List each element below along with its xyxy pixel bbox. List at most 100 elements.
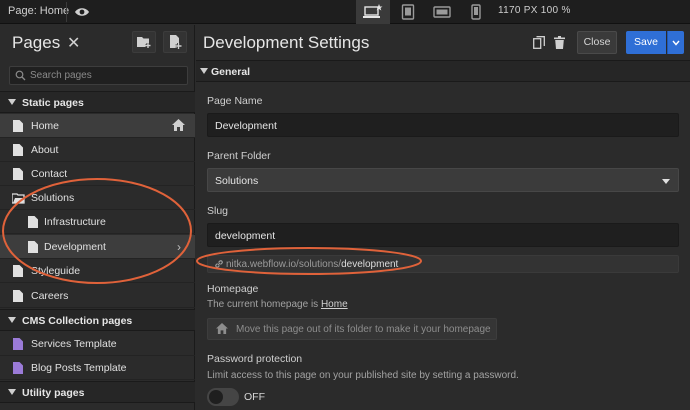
home-icon xyxy=(216,323,228,334)
page-icon xyxy=(28,216,38,228)
page-row-blog-posts-template[interactable]: Blog Posts Template xyxy=(0,356,195,380)
page-label: Careers xyxy=(31,290,69,302)
input-value: development xyxy=(215,230,276,242)
panel-title: Development Settings xyxy=(203,33,370,52)
section-label: CMS Collection pages xyxy=(22,315,133,327)
homepage-help: The current homepage is Home xyxy=(207,299,348,310)
toggle-knob xyxy=(209,390,223,404)
phone-breakpoint-button[interactable] xyxy=(459,0,493,24)
cms-page-icon xyxy=(13,362,23,374)
password-help: Limit access to this page on your publis… xyxy=(207,370,519,381)
page-label: Contact xyxy=(31,168,68,180)
slug-label: Slug xyxy=(207,205,229,217)
page-label: Development xyxy=(44,241,106,253)
chevron-right-icon: › xyxy=(177,240,181,254)
page-name-input[interactable]: Development xyxy=(207,113,679,137)
tablet-icon xyxy=(401,4,415,20)
landscape-breakpoint-button[interactable] xyxy=(425,0,459,24)
homepage-link[interactable]: Home xyxy=(321,299,348,310)
chevron-down-icon xyxy=(672,40,680,46)
page-label: Infrastructure xyxy=(44,216,106,228)
open-folder-icon xyxy=(12,193,25,204)
page-icon xyxy=(13,168,23,180)
page-icon xyxy=(28,241,38,253)
phone-icon xyxy=(471,4,481,20)
page-url-preview[interactable]: nitka.webflow.io/solutions/development xyxy=(207,255,679,273)
duplicate-icon[interactable] xyxy=(533,36,545,49)
desktop-breakpoint-button[interactable] xyxy=(356,0,390,24)
homepage-label: Homepage xyxy=(207,283,259,295)
collapse-icon xyxy=(200,68,208,74)
save-button[interactable]: Save xyxy=(626,31,666,54)
collapse-icon xyxy=(8,317,16,323)
homepage-help-text: The current homepage is xyxy=(207,299,321,310)
page-icon xyxy=(13,265,23,277)
section-label: General xyxy=(211,66,251,78)
section-label: Utility pages xyxy=(22,387,85,399)
folder-label: Solutions xyxy=(31,192,75,204)
page-row-contact[interactable]: Contact xyxy=(0,162,195,186)
page-label: Blog Posts Template xyxy=(31,362,127,374)
panel-title: Pages xyxy=(12,33,61,52)
page-icon xyxy=(13,144,23,156)
move-to-homepage-button[interactable]: Move this page out of its folder to make… xyxy=(207,318,497,340)
tablet-landscape-icon xyxy=(433,6,451,18)
general-section-header[interactable]: General xyxy=(196,60,690,82)
url-prefix: nitka.webflow.io/solutions/ xyxy=(226,259,342,270)
search-placeholder: Search pages xyxy=(30,70,92,81)
pages-panel-header: Pages ✕ xyxy=(0,25,194,61)
close-icon[interactable]: ✕ xyxy=(67,33,80,53)
page-row-styleguide[interactable]: Styleguide xyxy=(0,259,195,283)
search-pages-input[interactable]: Search pages xyxy=(9,66,188,85)
eye-icon[interactable] xyxy=(74,4,90,20)
password-toggle[interactable] xyxy=(207,388,239,406)
button-label: Move this page out of its folder to make… xyxy=(236,324,491,335)
page-settings-panel: Development Settings Close Save General … xyxy=(196,25,690,410)
url-slug: development xyxy=(341,259,399,270)
canvas-dimensions: 1170 PX 100 % xyxy=(498,5,571,16)
page-label: Home xyxy=(31,120,60,132)
static-pages-section[interactable]: Static pages xyxy=(0,91,195,113)
collapse-icon xyxy=(8,99,16,105)
password-toggle-label: OFF xyxy=(244,391,265,403)
url-text: nitka.webflow.io/solutions/development xyxy=(226,259,398,270)
page-row-infrastructure[interactable]: Infrastructure xyxy=(0,210,195,234)
cms-page-icon xyxy=(13,338,23,350)
add-folder-button[interactable] xyxy=(132,31,156,53)
page-row-about[interactable]: About xyxy=(0,138,195,162)
select-value: Solutions xyxy=(215,175,259,187)
desktop-star-icon xyxy=(363,4,383,18)
folder-row-solutions[interactable]: Solutions xyxy=(0,186,195,210)
search-icon xyxy=(15,70,26,81)
current-page-label: Page: Home xyxy=(8,5,70,17)
divider xyxy=(66,2,67,22)
top-toolbar: Page: Home 1170 PX 100 % xyxy=(0,0,690,24)
page-row-careers[interactable]: Careers xyxy=(0,284,195,308)
input-value: Development xyxy=(215,120,277,132)
trash-icon[interactable] xyxy=(554,36,565,49)
page-icon xyxy=(13,120,23,132)
page-row-development[interactable]: Development › xyxy=(0,235,195,259)
link-icon xyxy=(215,260,223,268)
section-label: Static pages xyxy=(22,97,84,109)
cms-pages-section[interactable]: CMS Collection pages xyxy=(0,309,195,331)
add-page-button[interactable] xyxy=(163,31,187,53)
parent-folder-label: Parent Folder xyxy=(207,150,271,162)
close-button[interactable]: Close xyxy=(577,31,617,54)
slug-input[interactable]: development xyxy=(207,223,679,247)
tablet-breakpoint-button[interactable] xyxy=(391,0,425,24)
page-label: About xyxy=(31,144,59,156)
page-row-home[interactable]: Home xyxy=(0,114,195,138)
collapse-icon xyxy=(8,389,16,395)
save-options-button[interactable] xyxy=(667,31,684,54)
parent-folder-select[interactable]: Solutions xyxy=(207,168,679,192)
page-row-services-template[interactable]: Services Template xyxy=(0,332,195,356)
page-label: Styleguide xyxy=(31,265,81,277)
utility-pages-section[interactable]: Utility pages xyxy=(0,381,195,403)
page-name-label: Page Name xyxy=(207,95,263,107)
dropdown-caret-icon xyxy=(662,179,670,184)
add-page-icon xyxy=(170,35,182,49)
page-label: Services Template xyxy=(31,338,117,350)
home-icon xyxy=(172,119,185,131)
add-folder-icon xyxy=(137,37,151,48)
